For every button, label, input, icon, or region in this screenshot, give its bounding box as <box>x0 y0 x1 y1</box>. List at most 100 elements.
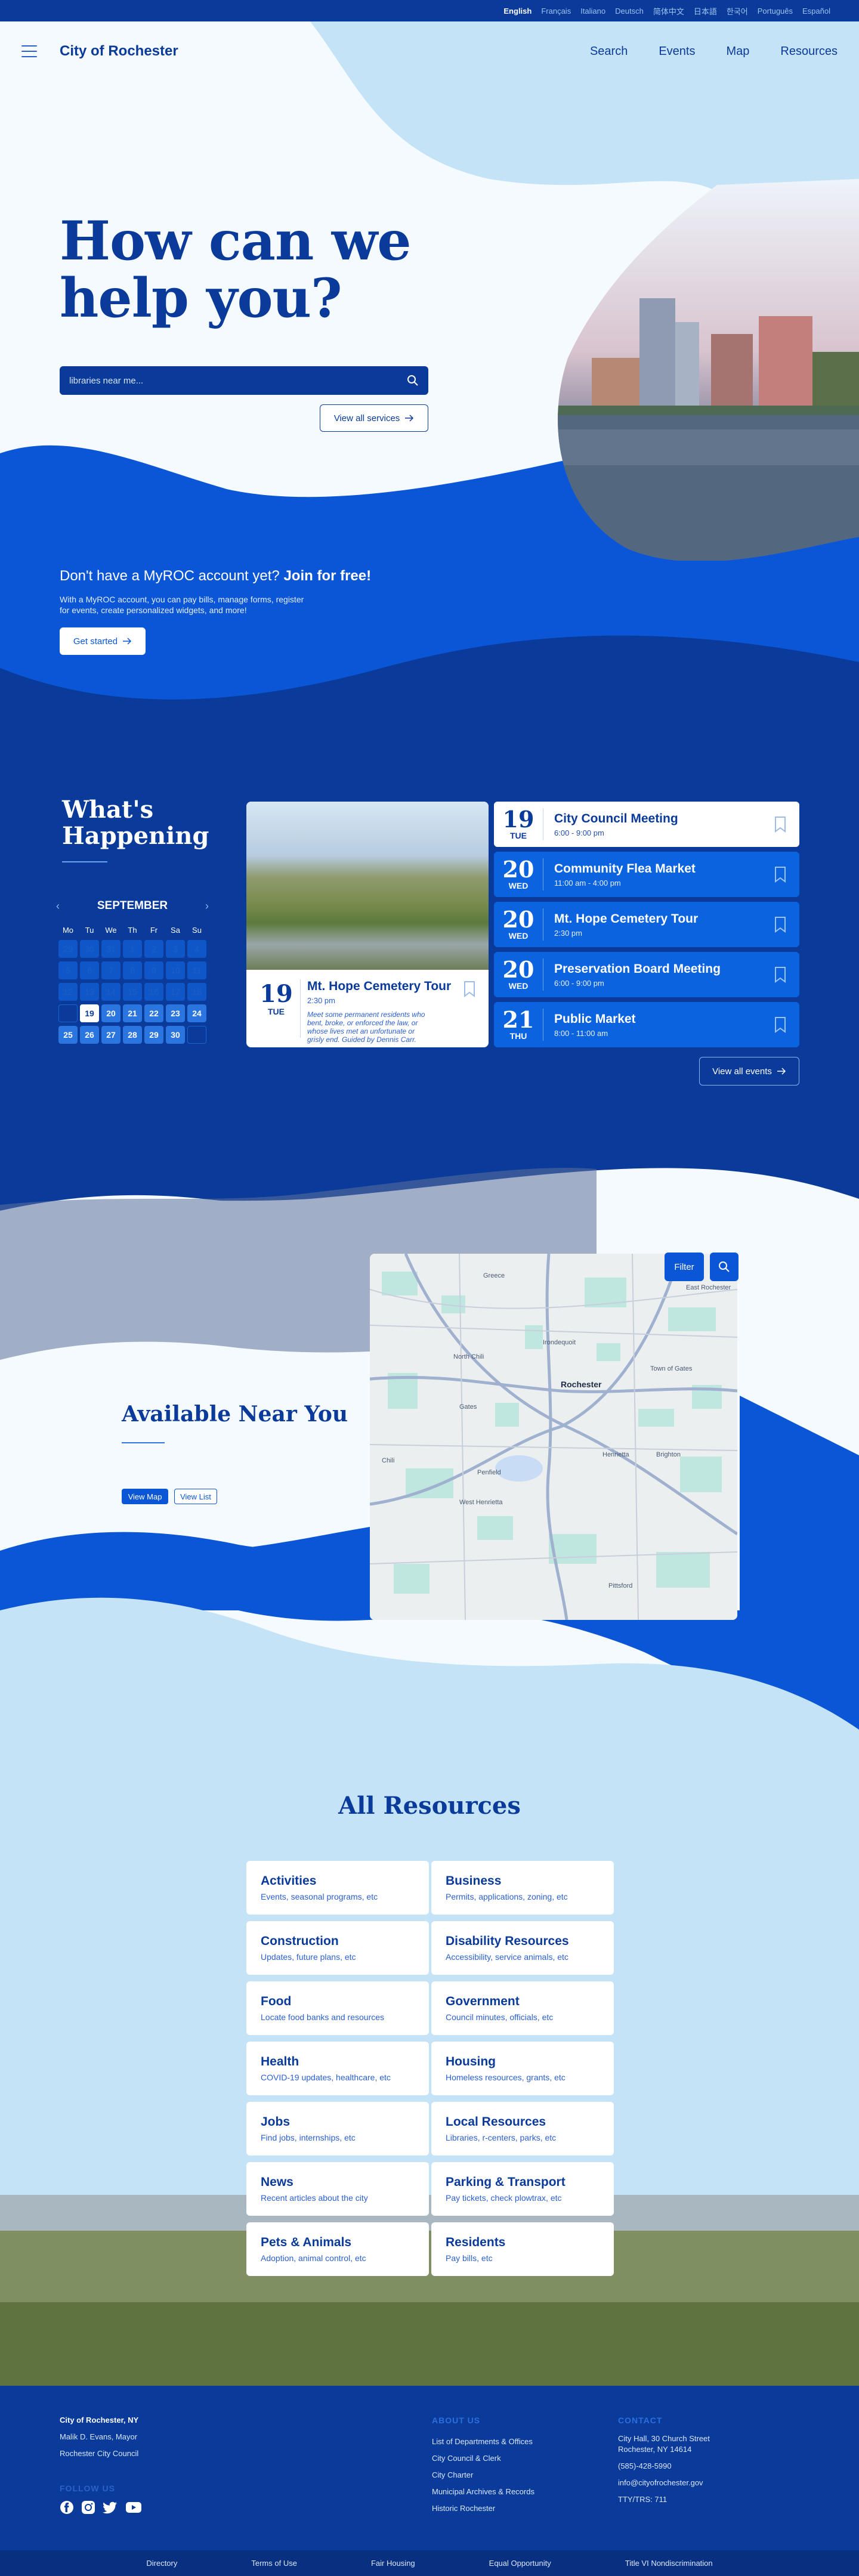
footer-bottom-link[interactable]: Title VI Nondiscrimination <box>625 2559 713 2568</box>
get-started-button[interactable]: Get started <box>60 627 146 655</box>
language-bar: English Français Italiano Deutsch 简体中文 日… <box>0 0 859 21</box>
instagram-icon[interactable] <box>81 2500 95 2515</box>
resource-subtitle: Libraries, r-centers, parks, etc <box>446 2133 557 2142</box>
nearby-map[interactable]: Greece Irondequoit Rochester Gates Brigh… <box>370 1254 737 1620</box>
event-list-item[interactable]: 20 WED Preservation Board Meeting 6:00 - 9… <box>494 952 799 997</box>
footer-contact-heading: CONTACT <box>618 2416 663 2425</box>
search-icon[interactable] <box>407 375 419 386</box>
view-all-events-label: View all events <box>712 1066 772 1077</box>
footer-link[interactable]: City Council & Clerk <box>432 2450 534 2467</box>
resource-subtitle: Pay bills, etc <box>446 2253 493 2263</box>
calendar-day[interactable]: 30 <box>166 1026 185 1044</box>
event-weekday: THU <box>509 1031 527 1041</box>
event-title: Mt. Hope Cemetery Tour <box>554 911 699 926</box>
nav-search[interactable]: Search <box>590 45 628 58</box>
calendar-day-selected[interactable]: 19 <box>80 1004 99 1022</box>
resource-card-parking[interactable]: Parking & Transport Pay tickets, check pl… <box>431 2162 614 2216</box>
footer-link[interactable]: List of Departments & Offices <box>432 2433 534 2450</box>
chevron-right-icon[interactable]: › <box>205 900 209 913</box>
hero-title-line-2: help you? <box>60 267 342 330</box>
calendar-day[interactable]: 28 <box>123 1026 142 1044</box>
lang-portuguese[interactable]: Português <box>758 7 793 16</box>
lang-korean[interactable]: 한국어 <box>727 5 748 17</box>
promo-join-link[interactable]: Join for free! <box>283 568 371 584</box>
resource-card-food[interactable]: Food Locate food banks and resources <box>246 1981 429 2035</box>
view-all-services-button[interactable]: View all services <box>320 404 428 432</box>
footer-bottom-link[interactable]: Terms of Use <box>251 2559 297 2568</box>
footer-link[interactable]: Historic Rochester <box>432 2500 534 2517</box>
bookmark-icon[interactable] <box>464 981 475 997</box>
calendar-day[interactable]: 20 <box>101 1004 120 1022</box>
view-map-button[interactable]: View Map <box>122 1489 168 1504</box>
event-list-item[interactable]: 21 THU Public Market 8:00 - 11:00 am <box>494 1002 799 1047</box>
footer-email[interactable]: info@cityofrochester.gov <box>618 2478 710 2488</box>
hero-search-input[interactable]: libraries near me... <box>60 366 428 395</box>
facebook-icon[interactable] <box>60 2500 74 2515</box>
footer-phone[interactable]: (585)-428-5990 <box>618 2461 710 2472</box>
menu-icon[interactable] <box>21 45 37 57</box>
bookmark-icon[interactable] <box>774 916 786 933</box>
map-label-henrietta: Henrietta <box>602 1451 630 1458</box>
events-section-title: What's Happening <box>62 797 209 849</box>
calendar-day[interactable]: 27 <box>101 1026 120 1044</box>
resource-card-health[interactable]: Health COVID-19 updates, healthcare, etc <box>246 2042 429 2095</box>
lang-french[interactable]: Français <box>541 7 571 16</box>
view-list-button[interactable]: View List <box>174 1489 217 1504</box>
lang-german[interactable]: Deutsch <box>615 7 644 16</box>
resource-card-news[interactable]: News Recent articles about the city <box>246 2162 429 2216</box>
resource-card-government[interactable]: Government Council minutes, officials, et… <box>431 1981 614 2035</box>
resource-card-jobs[interactable]: Jobs Find jobs, internships, etc <box>246 2102 429 2156</box>
calendar-day[interactable]: 24 <box>187 1004 206 1022</box>
resource-card-activities[interactable]: Activities Events, seasonal programs, etc <box>246 1861 429 1915</box>
lang-italian[interactable]: Italiano <box>580 7 605 16</box>
lang-chinese[interactable]: 简体中文 <box>653 5 684 17</box>
resource-card-pets[interactable]: Pets & Animals Adoption, animal control, … <box>246 2222 429 2276</box>
nav-resources[interactable]: Resources <box>780 45 838 58</box>
nav-events[interactable]: Events <box>659 45 695 58</box>
calendar-day[interactable]: 29 <box>144 1026 163 1044</box>
featured-event-card[interactable]: 19 TUE Mt. Hope Cemetery Tour 2:30 pm Me… <box>246 802 489 1047</box>
view-all-events-button[interactable]: View all events <box>699 1057 799 1086</box>
calendar-day[interactable]: 21 <box>123 1004 142 1022</box>
footer-bottom-link[interactable]: Fair Housing <box>371 2559 415 2568</box>
map-search-button[interactable] <box>710 1253 739 1281</box>
resource-card-local-resources[interactable]: Local Resources Libraries, r-centers, par… <box>431 2102 614 2156</box>
resource-card-residents[interactable]: Residents Pay bills, etc <box>431 2222 614 2276</box>
chevron-left-icon[interactable]: ‹ <box>56 900 60 913</box>
lang-english[interactable]: English <box>503 7 532 16</box>
bookmark-icon[interactable] <box>774 866 786 883</box>
map-filter-button[interactable]: Filter <box>665 1253 704 1281</box>
calendar-day[interactable]: 26 <box>80 1026 99 1044</box>
resource-card-business[interactable]: Business Permits, applications, zoning, e… <box>431 1861 614 1915</box>
resource-card-construction[interactable]: Construction Updates, future plans, etc <box>246 1921 429 1975</box>
event-date: 19 TUE <box>494 808 543 841</box>
resource-card-disability[interactable]: Disability Resources Accessibility, servi… <box>431 1921 614 1975</box>
event-time: 6:00 - 9:00 pm <box>554 828 604 837</box>
footer-link[interactable]: City Charter <box>432 2467 534 2484</box>
bookmark-icon[interactable] <box>774 816 786 833</box>
calendar-day: 8 <box>123 961 142 979</box>
youtube-icon[interactable] <box>125 2500 142 2515</box>
twitter-icon[interactable] <box>103 2500 118 2515</box>
bookmark-icon[interactable] <box>774 966 786 983</box>
footer-bottom-link[interactable]: Equal Opportunity <box>489 2559 551 2568</box>
event-list-item[interactable]: 20 WED Community Flea Market 11:00 am - 4:… <box>494 852 799 897</box>
calendar-day[interactable]: 23 <box>166 1004 185 1022</box>
view-all-services-label: View all services <box>333 413 400 423</box>
lang-spanish[interactable]: Español <box>802 7 830 16</box>
footer-bottom-link[interactable]: Directory <box>146 2559 177 2568</box>
event-info: City Council Meeting 6:00 - 9:00 pm <box>554 812 774 837</box>
event-list-item[interactable]: 19 TUE City Council Meeting 6:00 - 9:00 pm <box>494 802 799 847</box>
footer-link[interactable]: Municipal Archives & Records <box>432 2484 534 2500</box>
resource-card-housing[interactable]: Housing Homeless resources, grants, etc <box>431 2042 614 2095</box>
calendar-day: 31 <box>101 940 120 958</box>
calendar-dow: Th <box>128 926 137 935</box>
event-list-item[interactable]: 20 WED Mt. Hope Cemetery Tour 2:30 pm <box>494 902 799 947</box>
calendar-day[interactable]: 25 <box>58 1026 78 1044</box>
lang-japanese[interactable]: 日本語 <box>694 5 717 17</box>
bookmark-icon[interactable] <box>774 1016 786 1033</box>
nav-map[interactable]: Map <box>726 45 749 58</box>
site-brand[interactable]: City of Rochester <box>60 43 178 60</box>
resource-subtitle: Accessibility, service animals, etc <box>446 1952 568 1962</box>
calendar-day[interactable]: 22 <box>144 1004 163 1022</box>
